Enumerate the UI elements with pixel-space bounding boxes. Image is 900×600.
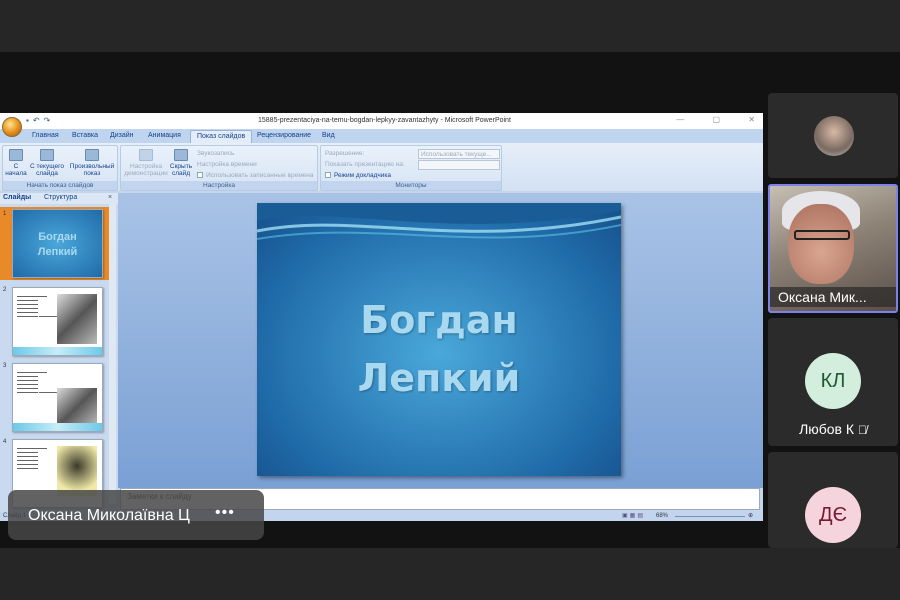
tab-outline[interactable]: Структура xyxy=(44,194,77,201)
office-button[interactable] xyxy=(2,117,22,137)
checkbox-icon xyxy=(197,172,203,179)
setup-show-button[interactable]: Настройка демонстрации xyxy=(123,149,169,177)
window-controls[interactable]: — ▢ ✕ xyxy=(676,115,755,124)
portrait-image xyxy=(57,294,97,344)
show-on-select[interactable] xyxy=(418,160,500,170)
tab-home[interactable]: Главная xyxy=(32,132,59,139)
tab-review[interactable]: Рецензирование xyxy=(257,132,311,139)
hide-slide-button[interactable]: Скрыть слайд xyxy=(169,149,193,177)
ribbon-tabs: Главная Вставка Дизайн Анимация Показ сл… xyxy=(0,129,763,143)
participant-tile-1[interactable] xyxy=(768,93,898,178)
mic-muted-icon: 🎙̸ xyxy=(857,423,867,437)
resolution-label: Разрешение: xyxy=(325,150,365,157)
participant-name: Любов К 🎙̸ xyxy=(799,421,867,437)
show-on-label: Показать презентацию на: xyxy=(325,161,405,168)
zoom-slider[interactable] xyxy=(675,516,745,517)
hide-slide-icon xyxy=(174,149,188,161)
portrait-image xyxy=(57,446,97,496)
panel-scrollbar[interactable] xyxy=(109,204,116,504)
more-options-button[interactable]: ••• xyxy=(215,504,235,522)
slides-panel: Слайды Структура × 1 Богдан Лепкий 2 ▬▬▬▬… xyxy=(0,193,118,513)
zoom-level[interactable]: 68% xyxy=(656,513,668,519)
slide-number: 1 xyxy=(3,211,7,217)
participant-photo-avatar xyxy=(814,116,854,156)
tab-slideshow[interactable]: Показ слайдов xyxy=(190,130,253,143)
slide-number: 3 xyxy=(3,363,7,369)
group-setup: Настройка демонстрации Скрыть слайд Звук… xyxy=(120,145,318,191)
tab-view[interactable]: Вид xyxy=(322,132,335,139)
participant-tile-de[interactable]: ДЄ xyxy=(768,452,898,548)
from-start-button[interactable]: С начала xyxy=(5,149,27,177)
panel-tabs: Слайды Структура × xyxy=(0,193,118,204)
slide-number: 2 xyxy=(3,287,7,293)
participant-video xyxy=(788,204,854,284)
checkbox-icon xyxy=(325,172,331,179)
avatar: КЛ xyxy=(805,353,861,409)
fit-window-icon[interactable]: ⊕ xyxy=(748,512,753,519)
slide-title: Богдан Лепкий xyxy=(357,298,521,400)
projector-icon xyxy=(40,149,54,161)
powerpoint-window: 15885-prezentaciya-na-temu-bogdan-lepkyy… xyxy=(0,113,763,521)
ribbon: С начала С текущего слайда Произвольный … xyxy=(0,143,763,191)
group-label: Начать показ слайдов xyxy=(3,181,117,190)
presenter-view-checkbox[interactable]: Режим докладчика xyxy=(325,172,391,179)
use-timings-checkbox[interactable]: Использовать записанные времена xyxy=(197,172,314,179)
window-title: 15885-prezentaciya-na-temu-bogdan-lepkyy… xyxy=(258,117,511,124)
custom-show-icon xyxy=(85,149,99,161)
avatar: ДЄ xyxy=(805,487,861,543)
current-slide[interactable]: Богдан Лепкий xyxy=(257,203,621,476)
tab-slides[interactable]: Слайды xyxy=(3,194,31,201)
from-current-button[interactable]: С текущего слайда xyxy=(29,149,65,177)
tab-animation[interactable]: Анимация xyxy=(148,132,181,139)
quick-access-toolbar[interactable]: ▪↶↷ xyxy=(26,116,54,125)
tab-design[interactable]: Дизайн xyxy=(110,132,134,139)
group-label: Мониторы xyxy=(321,181,501,190)
slideshow-play-icon xyxy=(9,149,23,161)
presenter-name-tag: Оксана Миколаївна Ц ••• xyxy=(8,490,264,540)
custom-show-button[interactable]: Произвольный показ xyxy=(67,149,117,177)
slide-thumbnail-3[interactable]: ▬▬▬▬▬▬▬▬▬▬ ▬▬▬▬▬▬▬ ▬▬▬▬▬▬▬ ▬▬▬▬▬▬▬ ▬▬▬▬▬… xyxy=(12,363,103,432)
resolution-select[interactable]: Использовать текуще... xyxy=(418,149,500,159)
tab-insert[interactable]: Вставка xyxy=(72,132,98,139)
group-monitors: Разрешение: Использовать текуще... Показ… xyxy=(320,145,502,191)
setup-icon xyxy=(139,149,153,161)
group-label: Настройка xyxy=(121,181,317,190)
close-panel-icon[interactable]: × xyxy=(108,194,112,201)
participant-video-tile[interactable]: Оксана Мик... xyxy=(768,184,898,313)
rehearse-timings[interactable]: Настройка времени xyxy=(197,161,257,168)
participant-tile-kl[interactable]: КЛ Любов К 🎙̸ xyxy=(768,318,898,446)
portrait-image xyxy=(57,388,97,426)
record-narration[interactable]: Звукозапись xyxy=(197,150,234,157)
view-buttons[interactable]: ▣▦▤ xyxy=(622,512,645,519)
video-participant-name: Оксана Мик... xyxy=(770,287,896,307)
slide-thumbnail-1[interactable]: Богдан Лепкий xyxy=(12,209,103,278)
title-bar: 15885-prezentaciya-na-temu-bogdan-lepkyy… xyxy=(0,113,763,129)
presenter-name: Оксана Миколаївна Ц xyxy=(28,507,190,524)
slide-number: 4 xyxy=(3,439,7,445)
wave-decoration xyxy=(257,203,621,240)
slide-thumbnail-2[interactable]: ▬▬▬▬▬▬▬▬▬▬ ▬▬▬▬▬▬▬ ▬▬▬▬▬▬▬ ▬▬▬▬▬▬▬ ▬▬▬▬▬… xyxy=(12,287,103,356)
group-start-show: С начала С текущего слайда Произвольный … xyxy=(2,145,118,191)
